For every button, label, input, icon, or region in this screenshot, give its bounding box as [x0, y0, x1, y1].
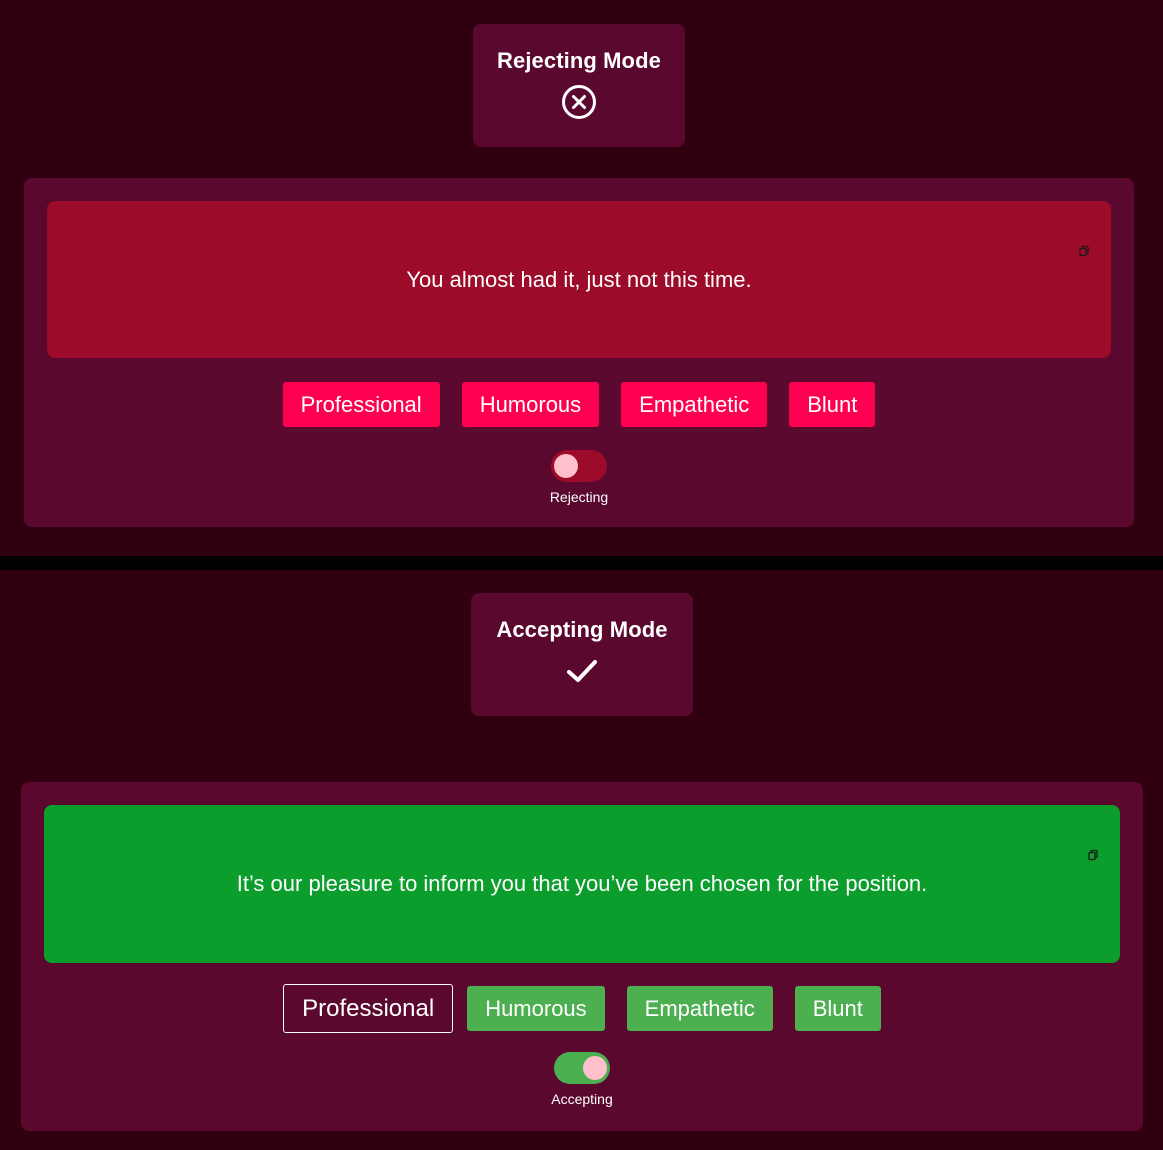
tone-buttons: Professional Humorous Empathetic Blunt	[24, 382, 1134, 427]
tone-blunt-button[interactable]: Blunt	[794, 986, 881, 1031]
message-box: You almost had it, just not this time.	[47, 201, 1111, 358]
accepting-panel: Accepting Mode It’s our pleasure to info…	[0, 570, 1163, 1150]
mode-title: Accepting Mode	[496, 617, 668, 642]
tone-professional-button[interactable]: Professional	[283, 984, 454, 1033]
mode-toggle-group: Rejecting	[24, 450, 1134, 505]
tone-empathetic-button[interactable]: Empathetic	[621, 382, 768, 427]
mode-toggle-group: Accepting	[21, 1052, 1143, 1107]
rejecting-card: You almost had it, just not this time. P…	[24, 178, 1134, 527]
x-circle-icon	[561, 84, 597, 120]
checkmark-icon	[564, 653, 600, 689]
mode-title: Rejecting Mode	[497, 48, 661, 73]
mode-toggle[interactable]	[554, 1052, 610, 1084]
rejecting-panel: Rejecting Mode You almost had it, just n…	[0, 0, 1163, 556]
tone-buttons: Professional Humorous Empathetic Blunt	[21, 984, 1143, 1033]
tone-blunt-button[interactable]: Blunt	[789, 382, 876, 427]
tone-humorous-button[interactable]: Humorous	[461, 382, 600, 427]
toggle-knob	[554, 454, 578, 478]
rejecting-mode-card: Rejecting Mode	[473, 24, 685, 147]
section-divider	[0, 556, 1163, 570]
toggle-label: Rejecting	[549, 489, 609, 505]
mode-toggle[interactable]	[551, 450, 607, 482]
toggle-label: Accepting	[551, 1091, 613, 1107]
tone-professional-button[interactable]: Professional	[282, 382, 440, 427]
copy-icon[interactable]	[1078, 237, 1090, 257]
message-text: You almost had it, just not this time.	[406, 266, 752, 292]
message-box: It’s our pleasure to inform you that you…	[44, 805, 1120, 963]
message-text: It’s our pleasure to inform you that you…	[236, 871, 928, 896]
accepting-mode-card: Accepting Mode	[471, 593, 693, 716]
copy-icon[interactable]	[1087, 841, 1099, 861]
tone-humorous-button[interactable]: Humorous	[467, 986, 605, 1031]
accepting-card: It’s our pleasure to inform you that you…	[21, 782, 1143, 1131]
tone-empathetic-button[interactable]: Empathetic	[626, 986, 773, 1031]
toggle-knob	[583, 1056, 607, 1080]
